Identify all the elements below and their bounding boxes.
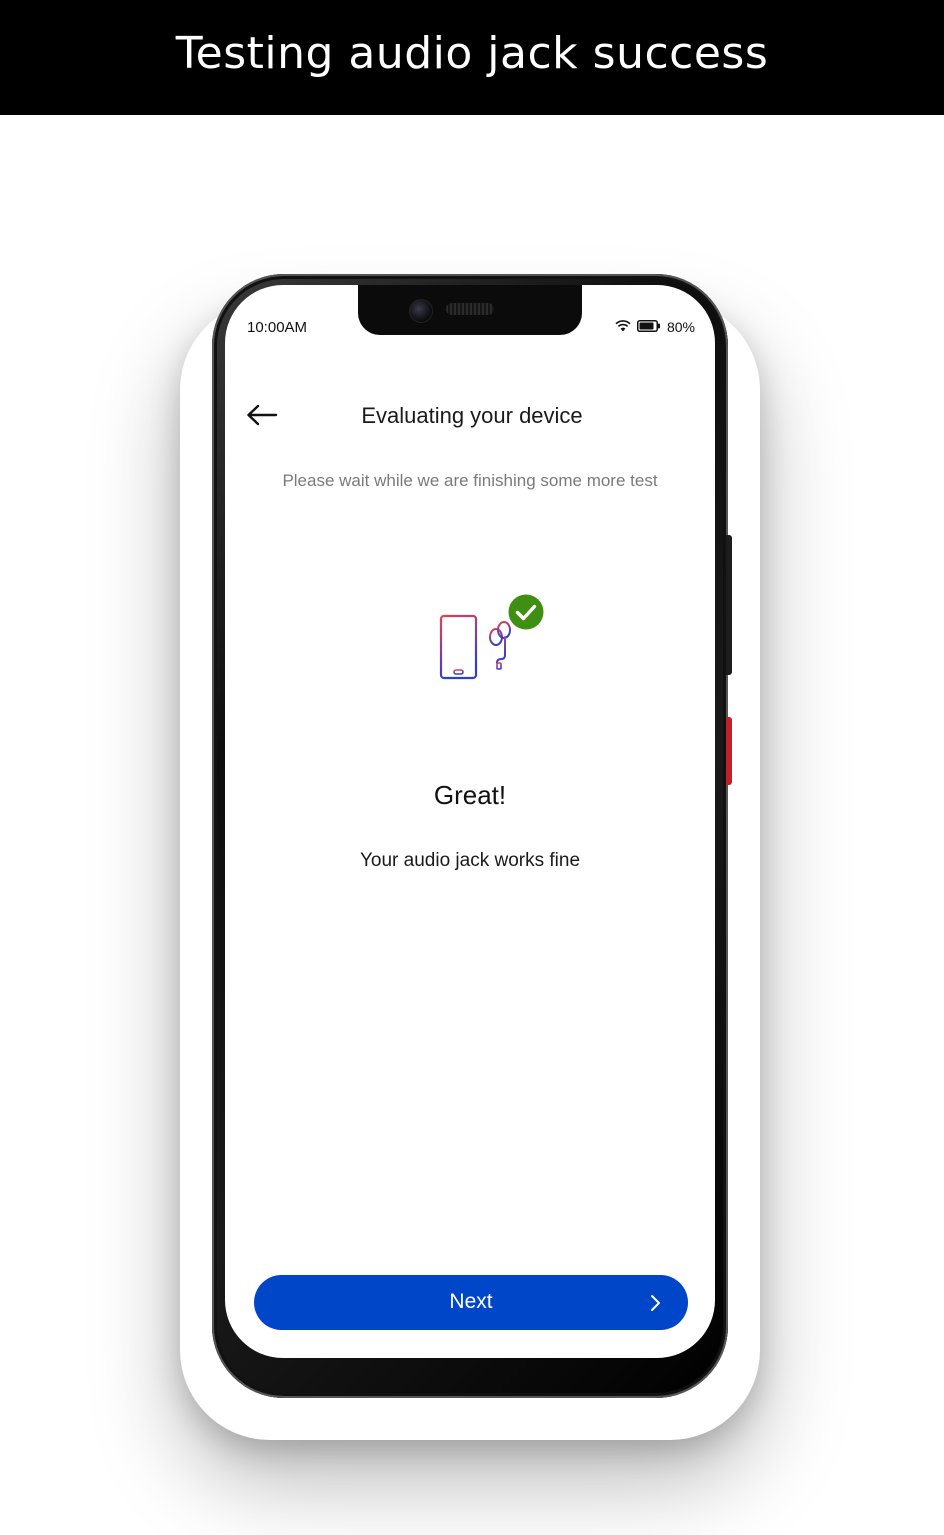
front-camera (409, 299, 433, 323)
phone-icon (439, 614, 478, 680)
subtitle-text: Please wait while we are finishing some … (282, 471, 658, 490)
audio-jack-illustration (437, 593, 547, 683)
page-title: Evaluating your device (361, 403, 583, 428)
status-indicators: 80% (615, 319, 695, 335)
notch (358, 285, 582, 335)
earphones-icon (489, 621, 511, 679)
chevron-right-icon (648, 1293, 662, 1313)
status-time: 10:00AM (247, 319, 308, 336)
side-key (726, 717, 732, 785)
wifi-icon (615, 319, 631, 335)
battery-icon (636, 319, 661, 335)
battery-level: 80% (666, 319, 695, 335)
next-button-label: Next (449, 1290, 493, 1313)
result-message: Your audio jack works fine (359, 850, 581, 871)
result-heading: Great! (433, 780, 507, 810)
header-bar: Evaluating your device (225, 393, 715, 437)
power-button (726, 535, 732, 675)
phone-screen: 10:00AM 80% Evaluating your device Pleas… (225, 285, 715, 1358)
check-badge-icon (508, 594, 544, 630)
banner-title: Testing audio jack success (175, 28, 769, 79)
next-button[interactable]: Next (254, 1275, 688, 1330)
earpiece-speaker (446, 303, 494, 315)
top-banner: Testing audio jack success (0, 0, 944, 115)
